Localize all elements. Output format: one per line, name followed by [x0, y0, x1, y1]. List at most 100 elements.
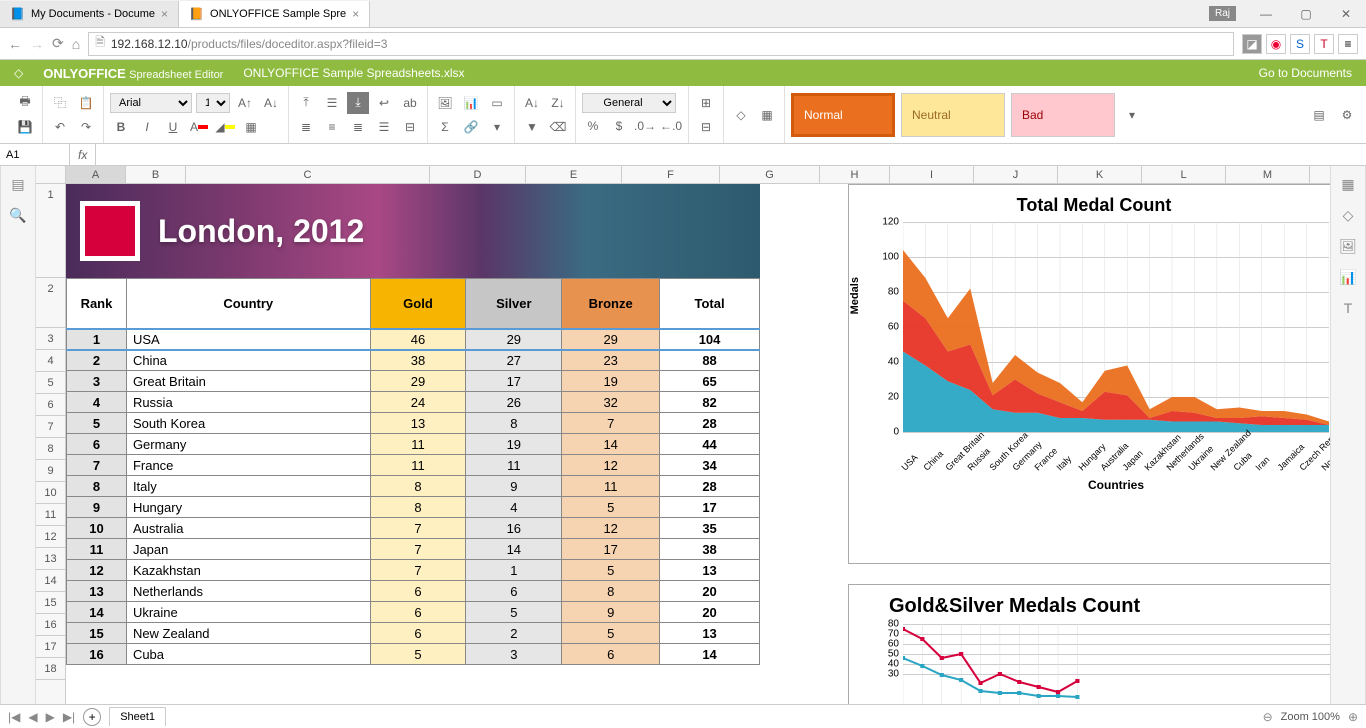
- table-row[interactable]: 13Netherlands66820: [67, 581, 760, 602]
- zoom-in-icon[interactable]: ⊕: [1348, 710, 1358, 724]
- back-button[interactable]: ←: [8, 36, 22, 52]
- search-icon[interactable]: 🔍: [9, 207, 26, 224]
- table-row[interactable]: 7France11111234: [67, 455, 760, 476]
- row-header[interactable]: 16: [36, 614, 65, 636]
- reload-button[interactable]: ⟳: [52, 35, 64, 52]
- merge-icon[interactable]: ⊟: [399, 116, 421, 138]
- maximize-button[interactable]: ▢: [1286, 0, 1326, 28]
- percent-icon[interactable]: %: [582, 115, 604, 137]
- print-icon[interactable]: 🖶: [14, 92, 36, 114]
- chart-total-medal[interactable]: Total Medal Count Medals 020406080100120…: [848, 184, 1330, 564]
- function-icon[interactable]: Σ: [434, 116, 456, 138]
- row-header[interactable]: 15: [36, 592, 65, 614]
- clear-icon[interactable]: ◇: [730, 104, 752, 126]
- row-header[interactable]: 18: [36, 658, 65, 680]
- col-header[interactable]: D: [430, 166, 526, 183]
- col-header[interactable]: G: [720, 166, 820, 183]
- align-center-icon[interactable]: ≡: [321, 116, 343, 138]
- shape-settings-icon[interactable]: ◇: [1343, 207, 1354, 224]
- insert-cell-icon[interactable]: ⊞: [695, 92, 717, 114]
- sheet-first-icon[interactable]: |◀: [8, 710, 20, 724]
- chart-gold-silver[interactable]: Gold&Silver Medals Count 304050607080: [848, 584, 1330, 704]
- ext-icon-1[interactable]: ◪: [1242, 34, 1262, 54]
- shape-icon[interactable]: ▭: [486, 92, 508, 114]
- zoom-label[interactable]: Zoom 100%: [1281, 711, 1340, 723]
- name-box[interactable]: A1: [0, 144, 70, 165]
- align-top-icon[interactable]: ⤒: [295, 92, 317, 114]
- font-inc-icon[interactable]: A↑: [234, 92, 256, 114]
- table-row[interactable]: 8Italy891128: [67, 476, 760, 497]
- underline-button[interactable]: U: [162, 116, 184, 138]
- bold-button[interactable]: B: [110, 116, 132, 138]
- table-row[interactable]: 10Australia7161235: [67, 518, 760, 539]
- row-header[interactable]: 12: [36, 526, 65, 548]
- table-row[interactable]: 6Germany11191444: [67, 434, 760, 455]
- home-button[interactable]: ⌂: [72, 36, 80, 52]
- align-right-icon[interactable]: ≣: [347, 116, 369, 138]
- row-header[interactable]: 8: [36, 438, 65, 460]
- row-header[interactable]: 4: [36, 350, 65, 372]
- add-sheet-button[interactable]: +: [83, 708, 101, 726]
- italic-button[interactable]: I: [136, 116, 158, 138]
- goto-documents-link[interactable]: Go to Documents: [1259, 66, 1352, 80]
- sheet-tab[interactable]: Sheet1: [109, 707, 166, 726]
- forward-button[interactable]: →: [30, 36, 44, 52]
- link-icon[interactable]: 🔗: [460, 116, 482, 138]
- fx-icon[interactable]: fx: [70, 144, 96, 165]
- table-row[interactable]: 16Cuba53614: [67, 644, 760, 665]
- clear-filter-icon[interactable]: ⌫: [547, 116, 569, 138]
- sheet-prev-icon[interactable]: ◀: [28, 710, 37, 724]
- ext-icon-3[interactable]: S: [1290, 34, 1310, 54]
- file-icon[interactable]: ▤: [11, 176, 24, 193]
- table-icon[interactable]: ▦: [756, 104, 778, 126]
- image-icon[interactable]: 🖼: [434, 92, 456, 114]
- row-header[interactable]: 13: [36, 548, 65, 570]
- col-header[interactable]: B: [126, 166, 186, 183]
- delete-cell-icon[interactable]: ⊟: [695, 116, 717, 138]
- chart-icon[interactable]: 📊: [460, 92, 482, 114]
- address-input[interactable]: 🗎 192.168.12.10/products/files/doceditor…: [88, 32, 1234, 56]
- col-header[interactable]: I: [890, 166, 974, 183]
- paste-icon[interactable]: 📋: [75, 92, 97, 114]
- table-row[interactable]: 3Great Britain29171965: [67, 371, 760, 392]
- font-size-select[interactable]: 12: [196, 93, 230, 113]
- save-icon[interactable]: 💾: [14, 116, 36, 138]
- col-header[interactable]: E: [526, 166, 622, 183]
- table-row[interactable]: 11Japan7141738: [67, 539, 760, 560]
- table-row[interactable]: 12Kazakhstan71513: [67, 560, 760, 581]
- spreadsheet-grid[interactable]: ABCDEFGHIJKLM 12345678910111213141516171…: [36, 166, 1330, 704]
- styles-more-icon[interactable]: ▾: [1121, 104, 1143, 126]
- zoom-out-icon[interactable]: ⊖: [1263, 710, 1273, 724]
- col-header[interactable]: K: [1058, 166, 1142, 183]
- orient-icon[interactable]: ab: [399, 92, 421, 114]
- table-row[interactable]: 4Russia24263282: [67, 392, 760, 413]
- row-header[interactable]: 9: [36, 460, 65, 482]
- table-row[interactable]: 2China38272388: [67, 350, 760, 371]
- row-header[interactable]: 14: [36, 570, 65, 592]
- col-header[interactable]: F: [622, 166, 720, 183]
- row-header[interactable]: 3: [36, 328, 65, 350]
- sort-asc-icon[interactable]: A↓: [521, 92, 543, 114]
- font-family-select[interactable]: Arial: [110, 93, 192, 113]
- row-header[interactable]: 6: [36, 394, 65, 416]
- col-header[interactable]: L: [1142, 166, 1226, 183]
- sort-desc-icon[interactable]: Z↓: [547, 92, 569, 114]
- currency-icon[interactable]: $: [608, 115, 630, 137]
- row-header[interactable]: 1: [36, 184, 65, 278]
- font-dec-icon[interactable]: A↓: [260, 92, 282, 114]
- filter-icon[interactable]: ▼: [521, 116, 543, 138]
- row-header[interactable]: 10: [36, 482, 65, 504]
- row-header[interactable]: 17: [36, 636, 65, 658]
- table-row[interactable]: 9Hungary84517: [67, 497, 760, 518]
- close-icon[interactable]: ×: [352, 7, 359, 21]
- ext-icon-4[interactable]: T: [1314, 34, 1334, 54]
- col-header[interactable]: J: [974, 166, 1058, 183]
- number-format-select[interactable]: General: [582, 93, 676, 113]
- cell-settings-icon[interactable]: ▦: [1341, 176, 1354, 193]
- dec-dec-icon[interactable]: ←.0: [660, 115, 682, 137]
- row-header[interactable]: 5: [36, 372, 65, 394]
- align-left-icon[interactable]: ≣: [295, 116, 317, 138]
- sheet-last-icon[interactable]: ▶|: [63, 710, 75, 724]
- table-row[interactable]: 5South Korea138728: [67, 413, 760, 434]
- cell-style-normal[interactable]: Normal: [791, 93, 895, 137]
